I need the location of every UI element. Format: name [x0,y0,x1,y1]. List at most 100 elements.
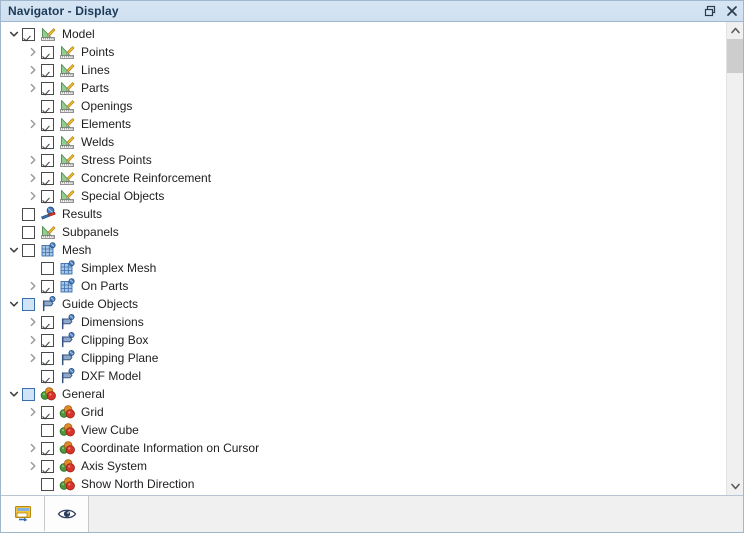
visibility-checkbox[interactable] [22,27,35,41]
scroll-down-button[interactable] [727,478,743,495]
tree-row-view-cube[interactable]: View Cube [1,421,726,439]
chevron-right-icon [30,173,36,183]
expander-toggle[interactable] [25,43,41,61]
visibility-checkbox[interactable] [41,477,54,491]
visibility-checkbox[interactable] [41,351,54,365]
expander-toggle[interactable] [6,295,22,313]
tree-row-coordinate-information-on-cursor[interactable]: Coordinate Information on Cursor [1,439,726,457]
visibility-checkbox[interactable] [41,441,54,455]
expander-toggle[interactable] [25,403,41,421]
general-icon [59,440,76,456]
scroll-up-button[interactable] [727,22,743,39]
expander-toggle[interactable] [25,61,41,79]
chevron-right-icon [30,443,36,453]
visibility-checkbox[interactable] [22,297,35,311]
visibility-checkbox[interactable] [22,243,35,257]
tree-row-parts[interactable]: Parts [1,79,726,97]
tree-row-subpanels[interactable]: Subpanels [1,223,726,241]
visibility-checkbox[interactable] [41,423,54,437]
titlebar[interactable]: Navigator - Display [1,1,743,22]
visibility-checkbox[interactable] [41,405,54,419]
expander-toggle[interactable] [25,151,41,169]
tree-row-label: Clipping Box [81,333,149,347]
visibility-checkbox[interactable] [41,333,54,347]
expander-toggle[interactable] [6,385,22,403]
visibility-checkbox[interactable] [41,261,54,275]
tree-row-openings[interactable]: Openings [1,97,726,115]
visibility-checkbox[interactable] [41,45,54,59]
visibility-checkbox[interactable] [41,459,54,473]
visibility-checkbox[interactable] [41,81,54,95]
visibility-checkbox[interactable] [41,153,54,167]
tree-row-clipping-plane[interactable]: Clipping Plane [1,349,726,367]
expander-toggle[interactable] [25,169,41,187]
visibility-checkbox[interactable] [41,369,54,383]
tree-row-concrete-reinforcement[interactable]: Concrete Reinforcement [1,169,726,187]
expander-toggle[interactable] [6,241,22,259]
tree-row-on-parts[interactable]: On Parts [1,277,726,295]
expander-toggle[interactable] [25,331,41,349]
tree-row-lines[interactable]: Lines [1,61,726,79]
tab-navigator[interactable] [1,496,45,532]
chevron-down-icon [9,247,19,253]
tree-row-label: Subpanels [62,225,119,239]
restore-button[interactable] [699,2,721,21]
expander-toggle[interactable] [25,187,41,205]
tree-row-simplex-mesh[interactable]: Simplex Mesh [1,259,726,277]
visibility-checkbox[interactable] [22,225,35,239]
tree-row-elements[interactable]: Elements [1,115,726,133]
tree-row-label: On Parts [81,279,129,293]
expander-toggle[interactable] [25,277,41,295]
tree-row-model[interactable]: Model [1,25,726,43]
visibility-checkbox[interactable] [41,99,54,113]
model-icon [60,82,75,95]
tree-row-label: Results [62,207,103,221]
expander-toggle[interactable] [25,115,41,133]
visibility-checkbox[interactable] [22,207,35,221]
expander-toggle[interactable] [25,457,41,475]
tab-display[interactable] [45,496,89,532]
tree-row-special-objects[interactable]: Special Objects [1,187,726,205]
tree-row-axis-system[interactable]: Axis System [1,457,726,475]
tree-row-stress-points[interactable]: Stress Points [1,151,726,169]
visibility-checkbox[interactable] [41,315,54,329]
visibility-checkbox[interactable] [41,171,54,185]
tree-row-show-north-direction[interactable]: Show North Direction [1,475,726,493]
tree-row-points[interactable]: Points [1,43,726,61]
general-icon [59,441,75,455]
tree-row-label: Openings [81,99,133,113]
visibility-checkbox[interactable] [22,387,35,401]
guide-icon [61,368,75,384]
expander-toggle[interactable] [25,79,41,97]
model-icon [59,44,76,60]
vertical-scrollbar[interactable] [726,22,743,495]
model-icon [60,190,75,203]
scroll-track[interactable] [727,73,743,478]
tree-row-guide-objects[interactable]: Guide Objects [1,295,726,313]
model-icon [59,80,76,96]
tree-row-results[interactable]: Results [1,205,726,223]
visibility-checkbox[interactable] [41,279,54,293]
visibility-checkbox[interactable] [41,189,54,203]
scroll-thumb[interactable] [727,39,743,73]
tree-row-dxf-model[interactable]: DXF Model [1,367,726,385]
guide-icon [61,332,75,348]
general-icon [40,387,56,401]
visibility-checkbox[interactable] [41,117,54,131]
expander-toggle[interactable] [25,313,41,331]
tree-row-label: Coordinate Information on Cursor [81,441,260,455]
tree-row-general[interactable]: General [1,385,726,403]
expander-toggle[interactable] [25,439,41,457]
expander-toggle[interactable] [25,349,41,367]
bottom-tabbar [1,495,743,532]
tree-row-mesh[interactable]: Mesh [1,241,726,259]
close-button[interactable] [721,2,743,21]
visibility-checkbox[interactable] [41,63,54,77]
tree-row-grid[interactable]: Grid [1,403,726,421]
expander-toggle[interactable] [6,25,22,43]
tree-row-welds[interactable]: Welds [1,133,726,151]
tree-row-clipping-box[interactable]: Clipping Box [1,331,726,349]
tree-row-dimensions[interactable]: Dimensions [1,313,726,331]
visibility-checkbox[interactable] [41,135,54,149]
panel-title: Navigator - Display [8,4,119,18]
